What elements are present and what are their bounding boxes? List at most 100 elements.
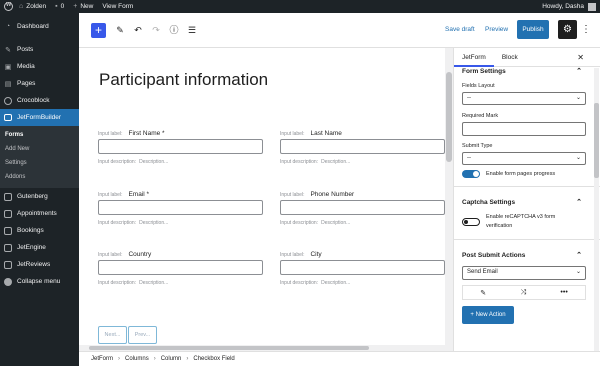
first-name-input[interactable] bbox=[98, 139, 263, 154]
submit-type-label: Submit Type bbox=[462, 143, 493, 149]
breadcrumb-column[interactable]: Column bbox=[161, 356, 182, 362]
more-dots-icon[interactable]: ••• bbox=[560, 289, 567, 296]
breadcrumb: JetForm › Columns › Column › Checkbox Fi… bbox=[79, 351, 600, 366]
jetformbuilder-icon bbox=[4, 114, 12, 121]
details-info-icon[interactable]: ⓘ bbox=[167, 22, 181, 38]
field-country[interactable]: Input label: Country Input description: De… bbox=[98, 250, 263, 286]
save-draft-button[interactable]: Save draft bbox=[445, 26, 475, 33]
collapse-menu-button[interactable]: Collapse menu bbox=[0, 273, 79, 290]
field-email[interactable]: Input label: Email * Input description: De… bbox=[98, 190, 263, 226]
chevron-right-icon: › bbox=[118, 356, 121, 362]
action-type-select[interactable]: Send Email ⌄ bbox=[462, 266, 586, 280]
editor-toolbar: + ✎ ↶ ↷ ⓘ ☰ Save draft Preview Publish ⚙… bbox=[79, 13, 600, 48]
prev-page-button[interactable]: Prev... bbox=[128, 326, 157, 344]
shuffle-conditions-icon[interactable]: ⤨ bbox=[520, 289, 526, 297]
site-name-link[interactable]: ⌂ Zolden bbox=[19, 3, 46, 10]
pin-icon: ✎ bbox=[5, 46, 11, 54]
sidebar-item-bookings[interactable]: Bookings bbox=[0, 222, 79, 239]
publish-button[interactable]: Publish bbox=[517, 20, 549, 39]
submenu-settings[interactable]: Settings bbox=[0, 156, 79, 170]
undo-icon[interactable]: ↶ bbox=[131, 22, 145, 38]
form-settings-header[interactable]: Form Settings ⌃ bbox=[454, 62, 600, 80]
sidebar-item-posts[interactable]: ✎ Posts bbox=[0, 41, 79, 58]
panel-scrollbar[interactable] bbox=[594, 68, 599, 351]
required-mark-label: Required Mark bbox=[462, 113, 499, 119]
chevron-up-icon: ⌃ bbox=[576, 68, 582, 75]
required-mark-input[interactable] bbox=[462, 122, 586, 136]
action-controls: ✎ ⤨ ••• bbox=[462, 285, 586, 300]
form-settings-section: Form Settings ⌃ Fields Layout -- ⌄ Requi… bbox=[454, 62, 600, 187]
captcha-settings-section: Captcha Settings ⌃ Enable reCAPTCHA v3 f… bbox=[454, 193, 600, 240]
sidebar-item-dashboard[interactable]: ◔ Dashboard bbox=[0, 18, 79, 35]
canvas-vertical-scrollbar[interactable] bbox=[445, 48, 453, 351]
editor-canvas: Participant information Input label: Firs… bbox=[79, 48, 445, 351]
submenu-add-new[interactable]: Add New bbox=[0, 142, 79, 156]
chevron-up-icon: ⌃ bbox=[576, 199, 582, 206]
sidebar-item-gutenberg[interactable]: Gutenberg bbox=[0, 188, 79, 205]
settings-gear-icon[interactable]: ⚙ bbox=[558, 20, 577, 39]
field-last-name[interactable]: Input label: Last Name Input description:… bbox=[280, 129, 445, 165]
captcha-settings-header[interactable]: Captcha Settings ⌃ bbox=[454, 193, 600, 211]
post-submit-header[interactable]: Post Submit Actions ⌃ bbox=[454, 246, 600, 264]
phone-number-input[interactable] bbox=[280, 200, 445, 215]
avatar bbox=[588, 2, 596, 11]
sidebar-item-jetformbuilder[interactable]: JetFormBuilder bbox=[0, 109, 79, 126]
submit-type-select[interactable]: -- ⌄ bbox=[462, 152, 586, 165]
next-page-button[interactable]: Next... bbox=[98, 326, 127, 344]
chevron-up-icon: ⌃ bbox=[576, 252, 582, 259]
breadcrumb-jetform[interactable]: JetForm bbox=[91, 356, 113, 362]
comments-link[interactable]: ▪ 0 bbox=[55, 3, 64, 10]
add-block-button[interactable]: + bbox=[91, 23, 106, 38]
submenu-addons[interactable]: Addons bbox=[0, 170, 79, 184]
form-pages-progress-row: Enable form pages progress bbox=[454, 170, 600, 178]
edit-pencil-icon[interactable]: ✎ bbox=[480, 289, 486, 297]
appointments-icon bbox=[4, 209, 12, 218]
home-icon: ⌂ bbox=[19, 3, 24, 10]
jetformbuilder-submenu: Forms Add New Settings Addons bbox=[0, 126, 79, 188]
tools-pencil-icon[interactable]: ✎ bbox=[113, 22, 127, 38]
city-input[interactable] bbox=[280, 260, 445, 275]
new-action-button[interactable]: + New Action bbox=[462, 306, 514, 324]
sidebar-item-appointments[interactable]: Appointments bbox=[0, 205, 79, 222]
field-phone-number[interactable]: Input label: Phone Number Input descripti… bbox=[280, 190, 445, 226]
settings-panel: JetForm Block ✕ Form Settings ⌃ Fields L… bbox=[453, 48, 600, 351]
bookings-icon bbox=[4, 226, 12, 235]
recaptcha-row: Enable reCAPTCHA v3 form verification bbox=[454, 213, 600, 231]
fields-layout-label: Fields Layout bbox=[462, 83, 495, 89]
chevron-down-icon: ⌄ bbox=[575, 95, 581, 101]
chevron-right-icon: › bbox=[153, 356, 156, 362]
form-pages-progress-toggle[interactable] bbox=[462, 170, 480, 178]
more-options-icon[interactable]: ⋮ bbox=[581, 22, 591, 38]
user-menu[interactable]: Howdy, Dasha bbox=[542, 0, 596, 13]
breadcrumb-columns[interactable]: Columns bbox=[125, 356, 149, 362]
collapse-icon bbox=[4, 277, 12, 286]
sidebar-item-jetengine[interactable]: JetEngine bbox=[0, 239, 79, 256]
sidebar-item-jetreviews[interactable]: JetReviews bbox=[0, 256, 79, 273]
email-input[interactable] bbox=[98, 200, 263, 215]
view-form-link[interactable]: View Form bbox=[102, 3, 133, 10]
list-view-icon[interactable]: ☰ bbox=[185, 22, 199, 38]
admin-bar: ⌂ Zolden ▪ 0 + New View Form Howdy, Dash… bbox=[0, 0, 600, 13]
media-icon: ▣ bbox=[4, 63, 12, 71]
wordpress-logo-icon[interactable] bbox=[4, 2, 13, 11]
last-name-input[interactable] bbox=[280, 139, 445, 154]
sidebar-item-media[interactable]: ▣ Media bbox=[0, 58, 79, 75]
jetengine-icon bbox=[4, 243, 12, 252]
field-city[interactable]: Input label: City Input description: Descr… bbox=[280, 250, 445, 286]
post-submit-section: Post Submit Actions ⌃ Send Email ⌄ ✎ ⤨ •… bbox=[454, 246, 600, 324]
country-input[interactable] bbox=[98, 260, 263, 275]
redo-icon[interactable]: ↷ bbox=[149, 22, 163, 38]
breadcrumb-checkbox-field[interactable]: Checkbox Field bbox=[193, 356, 234, 362]
field-first-name[interactable]: Input label: First Name * Input descripti… bbox=[98, 129, 263, 165]
sidebar-item-pages[interactable]: ▤ Pages bbox=[0, 75, 79, 92]
comment-icon: ▪ bbox=[55, 3, 58, 10]
new-content-link[interactable]: + New bbox=[73, 3, 93, 10]
sidebar-item-crocoblock[interactable]: Crocoblock bbox=[0, 92, 79, 109]
pages-icon: ▤ bbox=[4, 80, 12, 88]
page-title[interactable]: Participant information bbox=[99, 70, 268, 90]
dashboard-icon: ◔ bbox=[5, 23, 11, 30]
recaptcha-toggle[interactable] bbox=[462, 218, 480, 226]
fields-layout-select[interactable]: -- ⌄ bbox=[462, 92, 586, 105]
submenu-forms[interactable]: Forms bbox=[0, 128, 79, 142]
preview-button[interactable]: Preview bbox=[485, 26, 508, 33]
